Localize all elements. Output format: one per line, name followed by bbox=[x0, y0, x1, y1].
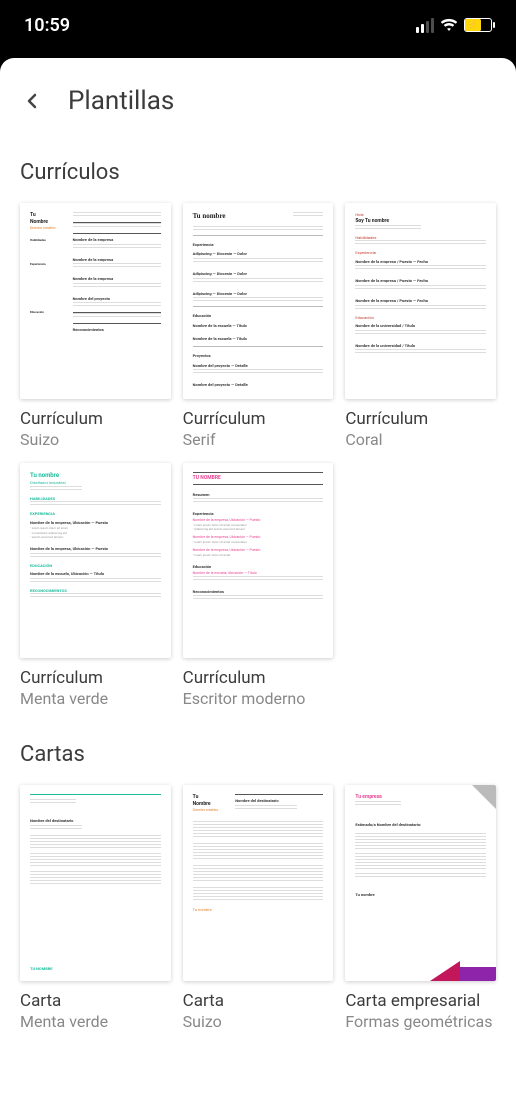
template-subtitle: Menta verde bbox=[20, 689, 171, 708]
template-thumbnail: Nombre del destinatario TU NOMBRE bbox=[20, 785, 171, 981]
signal-icon bbox=[416, 18, 434, 33]
template-subtitle: Suizo bbox=[20, 430, 171, 449]
template-subtitle: Formas geométricas bbox=[345, 1012, 496, 1031]
back-button[interactable] bbox=[20, 89, 44, 113]
status-icons: ⚡ bbox=[416, 18, 492, 33]
template-curriculum-serif[interactable]: Tu nombre Experiencia Adipiscing — Dioce… bbox=[183, 203, 334, 449]
header: Plantillas bbox=[20, 58, 496, 126]
template-subtitle: Menta verde bbox=[20, 1012, 171, 1031]
templates-grid-cartas: Nombre del destinatario TU NOMBRE Carta … bbox=[20, 785, 496, 1031]
template-curriculum-suizo[interactable]: Tu Nombre Director creativo Habilidades … bbox=[20, 203, 171, 449]
template-subtitle: Escritor moderno bbox=[183, 689, 334, 708]
templates-grid-curriculos: Tu Nombre Director creativo Habilidades … bbox=[20, 203, 496, 708]
status-bar: 10:59 ⚡ bbox=[0, 0, 516, 50]
wifi-icon bbox=[440, 18, 458, 32]
template-carta-suizo[interactable]: Tu Nombre Director creativo Nombre del d… bbox=[183, 785, 334, 1031]
template-title: Currículum bbox=[345, 409, 496, 429]
template-thumbnail: Tu Nombre Director creativo Nombre del d… bbox=[183, 785, 334, 981]
template-title: Currículum bbox=[20, 409, 171, 429]
template-subtitle: Coral bbox=[345, 430, 496, 449]
template-title: Carta bbox=[183, 991, 334, 1011]
templates-sheet: Plantillas Currículos Tu Nombre Director… bbox=[0, 58, 516, 1120]
template-thumbnail: Tu nombre Experiencia Adipiscing — Dioce… bbox=[183, 203, 334, 399]
template-thumbnail: Tu empresa Estimado/a Nombre del destina… bbox=[345, 785, 496, 981]
template-thumbnail: Tu Nombre Director creativo Habilidades … bbox=[20, 203, 171, 399]
status-time: 10:59 bbox=[24, 15, 70, 36]
template-title: Currículum bbox=[20, 668, 171, 688]
template-subtitle: Suizo bbox=[183, 1012, 334, 1031]
template-title: Currículum bbox=[183, 409, 334, 429]
section-title-cartas: Cartas bbox=[20, 708, 496, 785]
section-title-curriculos: Currículos bbox=[20, 126, 496, 203]
template-carta-menta-verde[interactable]: Nombre del destinatario TU NOMBRE Carta … bbox=[20, 785, 171, 1031]
template-title: Currículum bbox=[183, 668, 334, 688]
template-title: Carta empresarial bbox=[345, 991, 496, 1011]
template-subtitle: Serif bbox=[183, 430, 334, 449]
page-title: Plantillas bbox=[68, 86, 174, 116]
template-carta-empresarial-geometricas[interactable]: Tu empresa Estimado/a Nombre del destina… bbox=[345, 785, 496, 1031]
template-thumbnail: TU NOMBRE Resumen Experiencia Nombre de … bbox=[183, 463, 334, 659]
template-thumbnail: Tu nombre Diseñador industrial HABILIDAD… bbox=[20, 463, 171, 659]
template-curriculum-coral[interactable]: Hola Soy Tu nombre Habilidades Experienc… bbox=[345, 203, 496, 449]
template-title: Carta bbox=[20, 991, 171, 1011]
template-curriculum-menta-verde[interactable]: Tu nombre Diseñador industrial HABILIDAD… bbox=[20, 463, 171, 709]
template-thumbnail: Hola Soy Tu nombre Habilidades Experienc… bbox=[345, 203, 496, 399]
template-curriculum-escritor-moderno[interactable]: TU NOMBRE Resumen Experiencia Nombre de … bbox=[183, 463, 334, 709]
battery-icon: ⚡ bbox=[464, 18, 492, 32]
